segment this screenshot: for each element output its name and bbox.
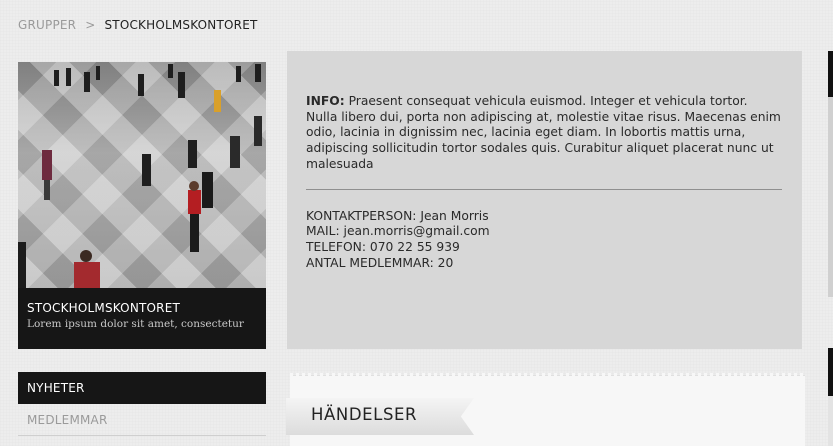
nav-item-nyheter[interactable]: NYHETER	[18, 372, 266, 404]
breadcrumb-current: STOCKHOLMSKONTORET	[104, 18, 258, 32]
breadcrumb-separator: >	[85, 18, 96, 32]
info-text: Praesent consequat vehicula euismod. Int…	[306, 94, 781, 171]
right-panel-header-edge	[828, 51, 833, 97]
group-title: STOCKHOLMSKONTORET	[27, 301, 181, 315]
group-info-panel: INFO: Praesent consequat vehicula euismo…	[287, 51, 802, 349]
contact-details: KONTAKTPERSON: Jean Morris MAIL: jean.mo…	[306, 209, 782, 272]
group-subtitle: Lorem ipsum dolor sit amet, consectetur	[27, 318, 244, 330]
right-panel-header-edge-2	[828, 348, 833, 396]
group-photo	[18, 62, 266, 288]
info-label: INFO:	[306, 94, 345, 108]
right-panel-body-edge-2	[828, 396, 833, 446]
group-photo-card: STOCKHOLMSKONTORET Lorem ipsum dolor sit…	[18, 62, 266, 349]
group-caption: STOCKHOLMSKONTORET Lorem ipsum dolor sit…	[18, 288, 266, 349]
contact-member-count: ANTAL MEDLEMMAR: 20	[306, 255, 454, 270]
contact-person: KONTAKTPERSON: Jean Morris	[306, 208, 489, 223]
people-on-plaza-illustration	[18, 64, 262, 288]
breadcrumb: GRUPPER > STOCKHOLMSKONTORET	[18, 18, 258, 32]
contact-mail[interactable]: MAIL: jean.morris@gmail.com	[306, 224, 782, 240]
events-heading: HÄNDELSER	[311, 405, 418, 424]
contact-phone: TELEFON: 070 22 55 939	[306, 239, 460, 254]
nav-item-medlemmar[interactable]: MEDLEMMAR	[18, 404, 266, 436]
info-divider	[306, 188, 782, 190]
right-panel-body-edge	[828, 97, 833, 297]
info-paragraph: INFO: Praesent consequat vehicula euismo…	[306, 94, 782, 173]
breadcrumb-root-link[interactable]: GRUPPER	[18, 18, 76, 32]
group-side-nav: NYHETER MEDLEMMAR	[18, 372, 266, 436]
